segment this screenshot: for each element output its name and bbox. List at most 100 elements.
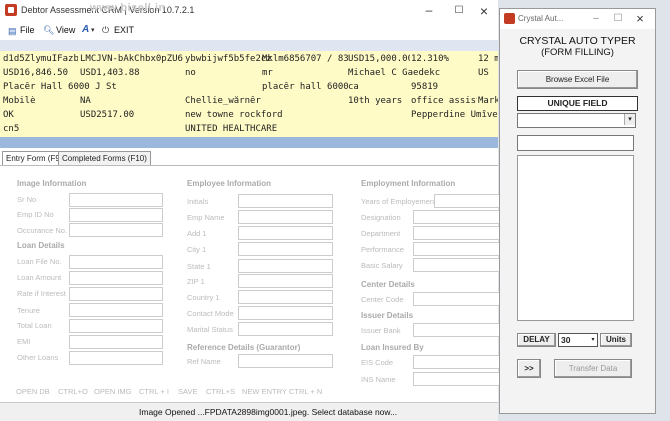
grid-cell[interactable]: 95819 [411,82,471,92]
section-heading-loan-details: Loan Details [17,241,65,250]
grid-cell[interactable]: Mklm6856707 / 835 [262,54,348,64]
section-heading-employee-info: Employee Information [187,179,272,188]
menu-file[interactable]: File [20,25,35,35]
field-label: Marital Status [187,325,233,334]
grid-cell[interactable]: d1d5ZlymuIFazb3 [3,54,78,64]
grid-cell[interactable]: USD1,403.88 [80,68,183,78]
contact-mode-input[interactable] [238,306,333,320]
grid-cell[interactable]: cn5 [3,124,78,134]
field-label: Tenure [17,306,40,315]
maximize-button[interactable]: ☐ [608,9,628,29]
minimize-button[interactable]: – [415,0,443,22]
sr-no-input[interactable] [69,193,163,207]
ref-name-input[interactable] [238,354,333,368]
watermark: www.bisell.in [90,2,166,14]
initials-input[interactable] [238,194,333,208]
title-bar: Debtor Assessment CRM | Version 10.7.2.1… [0,0,498,22]
add-1-input[interactable] [238,226,333,240]
chevron-down-icon[interactable]: ▾ [91,26,95,34]
minimize-button[interactable]: – [586,9,606,29]
total-loan-input[interactable] [69,319,163,333]
grid-cell[interactable]: ÛS [478,68,498,78]
chevron-down-icon[interactable]: ▾ [589,334,597,346]
hotkey-open-img[interactable]: OPEN IMG [94,387,132,396]
field-label: ZIP 1 [187,277,205,286]
hotkey-new-entry[interactable]: NEW ENTRY [242,387,287,396]
grid-cell[interactable]: ca [348,82,408,92]
city-1-input[interactable] [238,242,333,256]
grid-cell[interactable]: ybwbijwf5b5fe2cz [185,54,273,64]
font-icon[interactable]: A [82,24,89,35]
data-list[interactable] [517,155,634,321]
country-1-input[interactable] [238,290,333,304]
close-button[interactable]: × [630,9,650,29]
power-icon: ⏻ [102,25,110,35]
emi-input[interactable] [69,335,163,349]
grid-cell[interactable]: Michael C Gaedekc [348,68,458,78]
center-code-input[interactable] [413,292,500,306]
hotkey-save[interactable]: SAVE [178,387,197,396]
loan-amount-input[interactable] [69,271,163,285]
grid-cell[interactable]: USD16,846.50 [3,68,78,78]
hotkey-open-db[interactable]: OPEN DB [16,387,50,396]
department-input[interactable] [413,226,500,240]
grid-cell[interactable]: Mobilè [3,96,78,106]
emp-name-input[interactable] [238,210,333,224]
maximize-button[interactable]: ☐ [445,0,473,22]
grid-cell[interactable]: Placêr Hall 6000 J St [3,82,183,92]
marital-status-input[interactable] [238,322,333,336]
transfer-data-button[interactable]: Transfer Data [554,359,632,378]
grid-cell[interactable]: mr [262,68,346,78]
issuer-bank-input[interactable] [413,323,500,337]
state-1-input[interactable] [238,259,333,273]
grid-cell[interactable]: new towne rockford [185,110,305,120]
field-label: Total Loan [17,321,52,330]
tab-completed-forms[interactable]: Completed Forms (F10) [58,151,151,165]
status-bar: Image Opened ...FPDATA2898img0001.jpeg. … [0,402,498,421]
grid-scroll-strip[interactable] [0,137,498,148]
close-button[interactable]: × [470,0,498,22]
grid-cell[interactable]: office assistant [411,96,477,106]
grid-cell[interactable]: USD15,000.00 [348,54,410,64]
rate-of-interest-input[interactable] [69,287,163,301]
menu-view[interactable]: View [56,25,75,35]
grid-cell[interactable]: Mark [478,96,498,106]
performance-input[interactable] [413,242,500,256]
ins-name-input[interactable] [413,372,500,386]
unique-field-select[interactable] [517,113,636,128]
zip-1-input[interactable] [238,274,333,288]
grid-cell[interactable]: placêr hall 6000 j st [262,82,348,92]
emp-id-input[interactable] [69,208,163,222]
grid-cell[interactable]: NA [80,96,183,106]
menu-exit[interactable]: EXIT [114,25,134,35]
loan-file-no-input[interactable] [69,255,163,269]
data-grid[interactable]: d1d5ZlymuIFazb3 LMCJVN-bAkChbx0pZU6 ybwb… [0,51,498,137]
chevron-down-icon[interactable]: ▾ [624,114,635,125]
next-button[interactable]: >> [517,359,541,378]
years-of-employement-input[interactable] [434,194,500,208]
grid-cell[interactable]: Pepperdine Umîversit [411,110,498,120]
grid-cell[interactable]: 12.310% [411,54,471,64]
occurance-no-input[interactable] [69,223,163,237]
panel-title: Crystal Aut... [518,14,564,23]
grid-cell[interactable]: LMCJVN-bAkChbx0pZU6 [80,54,183,64]
designation-input[interactable] [413,210,500,224]
units-label: Units [600,333,632,347]
tab-entry-form[interactable]: Entry Form (F9) [2,151,67,165]
grid-cell[interactable]: USD2517.00 [80,110,183,120]
menu-bar: ▤ File 🔍︎ View A ▾ ⏻ EXIT [0,22,498,41]
delay-label: DELAY [517,333,556,347]
other-loans-input[interactable] [69,351,163,365]
grid-cell[interactable]: 10th years [348,96,410,106]
grid-cell[interactable]: OK [3,110,78,120]
grid-cell[interactable]: ÜNITED HEÂLTHCÂRE [185,124,305,134]
grid-header-strip [0,40,498,51]
grid-cell[interactable]: Chellie_wårnêr [185,96,275,106]
basic-salary-input[interactable] [413,258,500,272]
eis-code-input[interactable] [413,355,500,369]
value-input[interactable] [517,135,634,151]
tenure-input[interactable] [69,303,163,317]
grid-cell[interactable]: 12 m [478,54,498,64]
grid-cell[interactable]: no [185,68,260,78]
browse-excel-button[interactable]: Browse Excel File [517,70,638,89]
